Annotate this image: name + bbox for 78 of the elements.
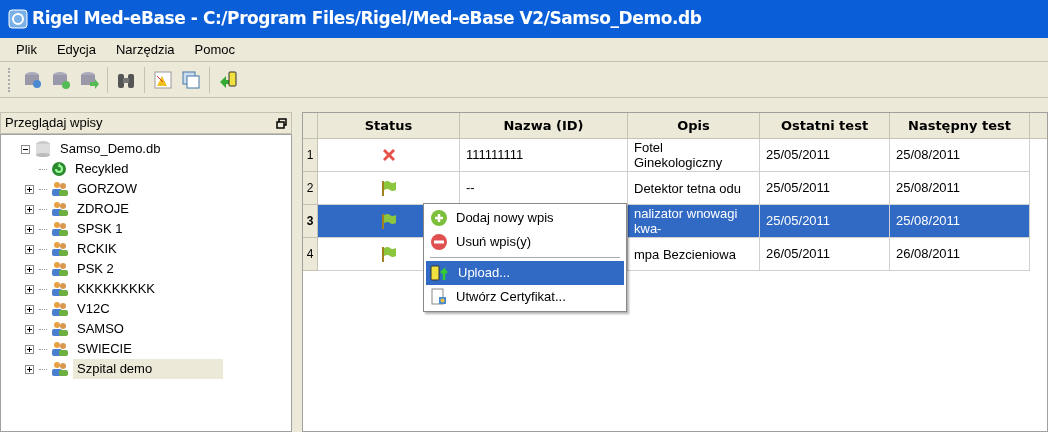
flag-icon <box>379 212 398 230</box>
table-cell-text: 26/08/2011 <box>896 245 961 264</box>
tree-item[interactable]: ZDROJE <box>73 199 133 219</box>
table-cell-text: 25/08/2011 <box>896 146 961 165</box>
certificate-icon <box>430 288 448 306</box>
table-row[interactable]: 1 111111111 Fotel Ginekologiczny 25/05/2011 25/08/2011 <box>303 139 1047 172</box>
expand-icon[interactable] <box>24 264 34 274</box>
expand-icon[interactable] <box>24 224 34 234</box>
column-header[interactable]: Nazwa (ID) <box>460 113 628 138</box>
column-header[interactable]: Ostatni test <box>760 113 890 138</box>
expand-icon[interactable] <box>24 344 34 354</box>
people-icon <box>51 301 69 317</box>
tree-item[interactable]: PSK 2 <box>73 259 118 279</box>
column-header[interactable]: Opis <box>628 113 760 138</box>
expand-icon[interactable] <box>24 244 34 254</box>
tree-item[interactable]: GORZOW <box>73 179 141 199</box>
people-icon <box>51 341 69 357</box>
people-icon <box>51 221 69 237</box>
table-cell-text: -- <box>466 179 475 198</box>
menu-item[interactable]: Utwórz Certyfikat... <box>426 285 624 309</box>
plus-icon <box>430 209 448 227</box>
tree-item[interactable]: SAMSO <box>73 319 128 339</box>
tree-item[interactable]: Recykled <box>71 159 133 179</box>
panel-title: Przeglądaj wpisy <box>5 114 103 133</box>
column-header[interactable]: Następny test <box>890 113 1030 138</box>
window-title: Rigel Med-eBase - C:/Program Files/Rigel/Med-eBase V2/Samso_Demo.db <box>32 7 702 31</box>
table-cell: mpa Bezcieniowa <box>634 246 736 262</box>
table-cell-text: 25/05/2011 <box>766 212 831 231</box>
flag-icon <box>379 179 398 197</box>
tree-item[interactable]: SPSK 1 <box>73 219 127 239</box>
tree-item[interactable]: Szpital demo <box>73 359 223 379</box>
tree-item[interactable]: KKKKKKKKK <box>73 279 160 299</box>
expand-icon[interactable] <box>24 204 34 214</box>
upload-icon <box>430 264 450 282</box>
tree-item[interactable]: V12C <box>73 299 114 319</box>
column-header[interactable]: Status <box>318 113 460 138</box>
flag-icon <box>379 245 398 263</box>
tree-item[interactable]: Samso_Demo.db <box>56 139 165 159</box>
people-icon <box>51 321 69 337</box>
people-icon <box>51 201 69 217</box>
menu-item[interactable]: Dodaj nowy wpis <box>426 206 624 230</box>
menu-item[interactable]: Edycja <box>48 39 104 60</box>
table-cell-text: Fotel Ginekologiczny <box>634 140 724 170</box>
row-number: 4 <box>303 238 318 271</box>
menu-item[interactable]: Plik <box>8 39 45 60</box>
table-cell-text: 25/05/2011 <box>766 179 831 198</box>
expand-icon[interactable] <box>24 324 34 334</box>
database-icon <box>34 140 52 158</box>
table-cell: Detektor tetna odu <box>634 180 741 196</box>
table-cell-text: 111111111 <box>466 146 524 165</box>
menu-item[interactable]: Pomoc <box>186 39 243 60</box>
collapse-icon[interactable] <box>21 144 30 154</box>
app-logo-icon <box>8 9 28 29</box>
expand-icon[interactable] <box>24 284 34 294</box>
people-icon <box>51 281 69 297</box>
tree-item[interactable]: RCKIK <box>73 239 121 259</box>
row-number: 1 <box>303 139 318 172</box>
minus-icon <box>430 233 448 251</box>
table-cell-text: 25/08/2011 <box>896 212 961 231</box>
people-icon <box>51 181 69 197</box>
expand-icon[interactable] <box>24 364 34 374</box>
recycle-icon <box>51 161 67 177</box>
expand-icon[interactable] <box>24 304 34 314</box>
table-cell-text: 26/05/2011 <box>766 245 831 264</box>
people-icon <box>51 361 69 377</box>
row-number: 2 <box>303 172 318 205</box>
tree-item[interactable]: SWIECIE <box>73 339 136 359</box>
menu-item[interactable]: Narzędzia <box>108 39 183 60</box>
people-icon <box>51 241 69 257</box>
menu-item[interactable]: Upload... <box>426 261 624 285</box>
menu-item[interactable]: Usuń wpis(y) <box>426 230 624 254</box>
table-cell-text: nalizator wnowagi kwa- <box>634 206 739 236</box>
table-cell-text: 25/08/2011 <box>896 179 961 198</box>
row-number: 3 <box>303 205 318 238</box>
expand-icon[interactable] <box>24 184 34 194</box>
table-cell-text: 25/05/2011 <box>766 146 831 165</box>
people-icon <box>51 261 69 277</box>
restore-icon[interactable] <box>276 117 287 129</box>
